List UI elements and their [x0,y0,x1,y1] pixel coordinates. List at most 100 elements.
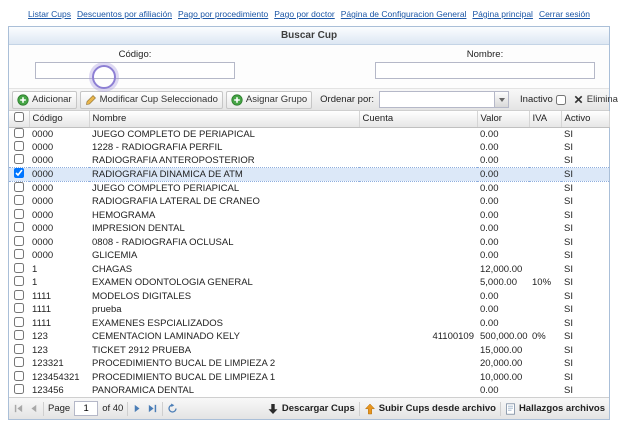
cell-valor: 0.00 [477,317,529,331]
table-row[interactable]: 1CHAGAS12,000.00SI [9,263,609,277]
modificar-cup-button[interactable]: Modificar Cup Seleccionado [80,91,223,109]
descargar-cups-button[interactable]: Descargar Cups [267,403,355,415]
row-checkbox[interactable] [14,344,24,354]
table-row[interactable]: 123CEMENTACION LAMINADO KELY41100109500,… [9,330,609,344]
row-checkbox[interactable] [14,209,24,219]
nombre-label: Nombre: [375,49,595,60]
column-header-activo[interactable]: Activo [561,111,609,127]
table-row[interactable]: 00001228 - RADIOGRAFIA PERFIL0.00SI [9,141,609,155]
select-all-checkbox[interactable] [14,112,24,122]
divider [127,402,128,416]
hallazgos-archivos-button[interactable]: Hallazgos archivos [505,403,605,415]
cell-activo: SI [561,344,609,358]
row-checkbox[interactable] [14,141,24,151]
row-checkbox[interactable] [14,384,24,394]
table-row[interactable]: 1EXAMEN ODONTOLOGIA GENERAL5,000.0010%SI [9,276,609,290]
row-checkbox[interactable] [14,317,24,327]
nav-link[interactable]: Pago por doctor [274,9,334,19]
nav-link[interactable]: Página principal [472,9,532,19]
refresh-button[interactable] [167,403,178,414]
column-header-nombre[interactable]: Nombre [89,111,359,127]
row-checkbox[interactable] [14,128,24,138]
table-row[interactable]: 1111prueba0.00SI [9,303,609,317]
table-row[interactable]: 0000GLICEMIA0.00SI [9,249,609,263]
row-checkbox[interactable] [14,263,24,273]
column-header-cuenta[interactable]: Cuenta [359,111,477,127]
table-row[interactable]: 123456PANORAMICA DENTAL0.00SI [9,384,609,398]
codigo-input[interactable] [35,62,235,79]
buscar-cup-panel: Buscar Cup Código: Nombre: Adicionar Mod… [8,26,610,420]
row-checkbox[interactable] [14,168,24,178]
cell-codigo: 0000 [29,236,89,250]
top-nav: Listar Cups Descuentos por afiliación Pago… [0,9,618,19]
row-checkbox[interactable] [14,303,24,313]
table-row[interactable]: 0000RADIOGRAFIA DINAMICA DE ATM0.00SI [9,168,609,182]
nav-link[interactable]: Listar Cups [28,9,71,19]
nav-link[interactable]: Página de Configuracion General [341,9,467,19]
row-checkbox[interactable] [14,222,24,232]
cell-iva [529,384,561,398]
asignar-grupo-button[interactable]: Asignar Grupo [226,91,312,109]
table-row[interactable]: 123TICKET 2912 PRUEBA15,000.00SI [9,344,609,358]
column-header-valor[interactable]: Valor [477,111,529,127]
next-page-button[interactable] [132,403,143,414]
table-row[interactable]: 0000RADIOGRAFIA LATERAL DE CRANEO0.00SI [9,195,609,209]
cell-activo: SI [561,357,609,371]
nombre-input[interactable] [375,62,595,79]
descargar-label: Descargar Cups [282,403,355,414]
adicionar-button[interactable]: Adicionar [12,91,77,109]
cell-cuenta: 41100109 [359,330,477,344]
row-checkbox[interactable] [14,182,24,192]
cell-cuenta [359,371,477,385]
cell-nombre: GLICEMIA [89,249,359,263]
prev-page-button[interactable] [28,403,39,414]
add-icon [17,94,29,106]
cell-nombre: CEMENTACION LAMINADO KELY [89,330,359,344]
row-checkbox[interactable] [14,236,24,246]
cell-codigo: 0000 [29,168,89,182]
table-row[interactable]: 123454321PROCEDIMIENTO BUCAL DE LIMPIEZA… [9,371,609,385]
cell-cuenta [359,303,477,317]
ordenar-input[interactable] [379,91,494,108]
cell-iva [529,209,561,223]
column-header-iva[interactable]: IVA [529,111,561,127]
cell-cuenta [359,263,477,277]
row-checkbox[interactable] [14,276,24,286]
first-page-button[interactable] [13,403,24,414]
table-row[interactable]: 0000JUEGO COMPLETO DE PERIAPICAL0.00SI [9,127,609,141]
paging-toolbar: Page of 40 Descargar Cups [9,397,609,419]
cell-codigo: 1111 [29,317,89,331]
last-page-button[interactable] [147,403,158,414]
row-checkbox[interactable] [14,249,24,259]
chevron-down-icon[interactable] [494,91,509,108]
column-header-codigo[interactable]: Código [29,111,89,127]
cell-codigo: 123 [29,330,89,344]
row-checkbox[interactable] [14,357,24,367]
nav-link[interactable]: Cerrar sesión [539,9,590,19]
page-input[interactable] [74,401,98,416]
table-row[interactable]: 0000RADIOGRAFIA ANTEROPOSTERIOR0.00SI [9,154,609,168]
nav-link[interactable]: Descuentos por afiliación [77,9,172,19]
cell-iva [529,290,561,304]
row-checkbox[interactable] [14,154,24,164]
row-checkbox[interactable] [14,330,24,340]
cell-activo: SI [561,154,609,168]
table-row[interactable]: 00000808 - RADIOGRAFIA OCLUSAL0.00SI [9,236,609,250]
row-checkbox[interactable] [14,371,24,381]
table-row[interactable]: 1111MODELOS DIGITALES0.00SI [9,290,609,304]
page-label: Page [48,403,70,414]
cell-activo: SI [561,371,609,385]
table-row[interactable]: 0000IMPRESION DENTAL0.00SI [9,222,609,236]
row-checkbox[interactable] [14,290,24,300]
table-row[interactable]: 0000HEMOGRAMA0.00SI [9,209,609,223]
row-checkbox[interactable] [14,195,24,205]
cell-cuenta [359,357,477,371]
table-row[interactable]: 123321PROCEDIMIENTO BUCAL DE LIMPIEZA 22… [9,357,609,371]
table-row[interactable]: 0000JUEGO COMPLETO PERIAPICAL0.00SI [9,182,609,196]
ordenar-combobox[interactable] [379,91,509,108]
inactivo-checkbox[interactable] [556,95,566,105]
nav-link[interactable]: Pago por procedimiento [178,9,268,19]
subir-cups-button[interactable]: Subir Cups desde archivo [364,403,496,415]
eliminar-cup-button[interactable]: Eliminar Cup Seleccionado [569,91,618,109]
table-row[interactable]: 1111EXAMENES ESPCIALIZADOS0.00SI [9,317,609,331]
